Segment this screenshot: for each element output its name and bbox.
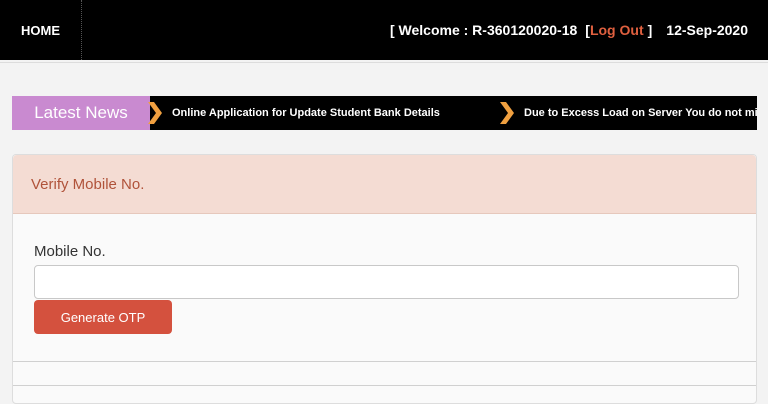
- panel-divider: [13, 385, 756, 386]
- news-item[interactable]: Online Application for Update Student Ba…: [148, 96, 440, 130]
- header-divider: [0, 62, 768, 63]
- top-navbar: HOME [ Welcome : R-360120020-18 [ Log Ou…: [0, 0, 768, 60]
- logout-link[interactable]: Log Out: [590, 22, 644, 38]
- mobile-field-label: Mobile No.: [34, 243, 106, 260]
- verify-mobile-panel: Verify Mobile No. Mobile No. Generate OT…: [12, 154, 757, 404]
- home-link[interactable]: HOME: [0, 0, 82, 60]
- logout-bracket-close: ]: [647, 22, 653, 38]
- news-item-text[interactable]: Due to Excess Load on Server You do not …: [524, 107, 757, 119]
- news-ticker: Latest News Online Application for Updat…: [12, 96, 757, 130]
- current-date: 12-Sep-2020: [666, 22, 748, 38]
- chevron-right-icon: [148, 102, 162, 124]
- mobile-input[interactable]: [34, 265, 739, 299]
- welcome-text: [ Welcome : R-360120020-18: [389, 22, 578, 38]
- news-item-text[interactable]: Online Application for Update Student Ba…: [172, 107, 440, 119]
- news-item[interactable]: Due to Excess Load on Server You do not …: [500, 96, 757, 130]
- chevron-right-icon: [500, 102, 514, 124]
- welcome-area: [ Welcome : R-360120020-18 [ Log Out ] 1…: [390, 0, 748, 60]
- panel-divider: [13, 361, 756, 362]
- panel-title: Verify Mobile No.: [13, 155, 756, 214]
- latest-news-label: Latest News: [12, 96, 150, 130]
- generate-otp-button[interactable]: Generate OTP: [34, 300, 172, 334]
